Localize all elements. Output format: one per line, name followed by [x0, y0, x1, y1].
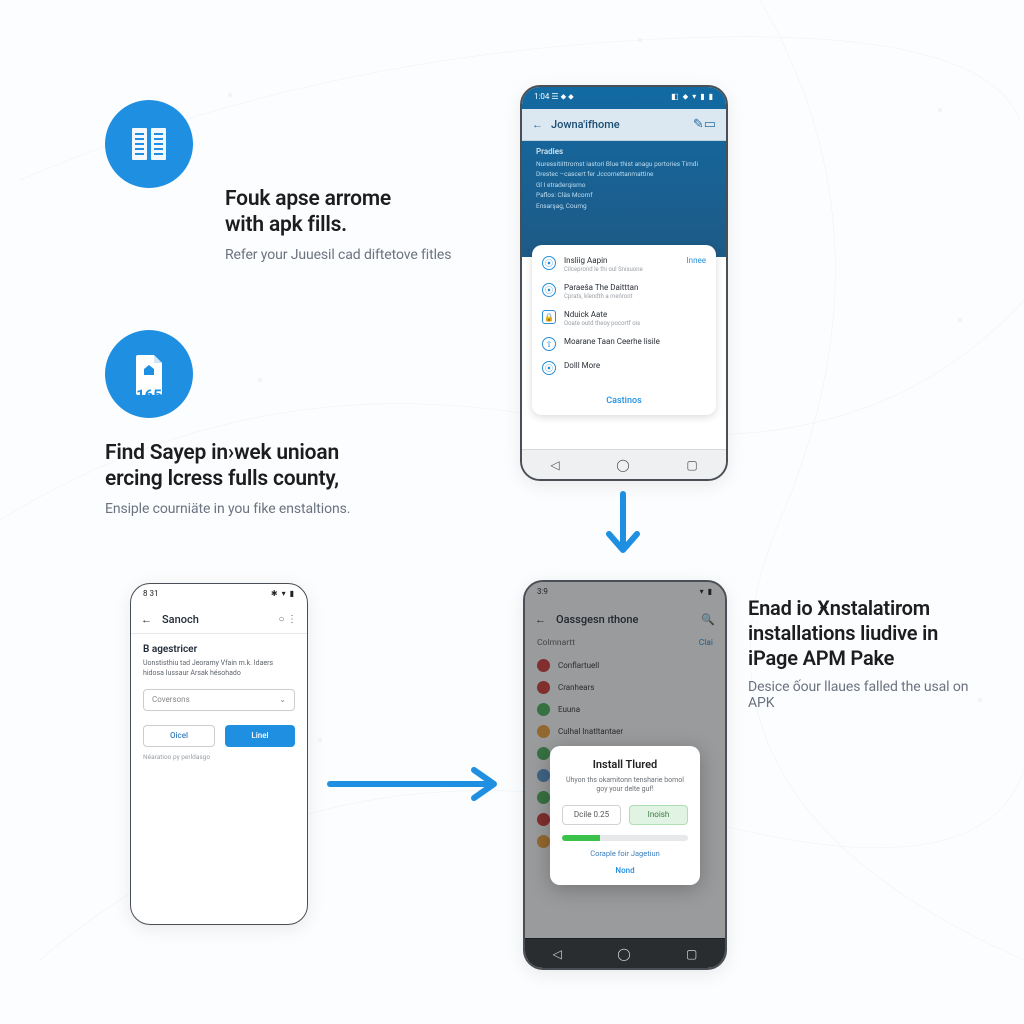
page-title: Sanoch	[162, 613, 199, 626]
dialog-body: Uhyon ths okamitonn tensharie bomol goy …	[564, 776, 686, 795]
form-card: B agestricer Uonstisthiu tad Jeoramy Vfa…	[131, 634, 307, 771]
option-row[interactable]: ⦿ Insliig AapinCilceprond le thi oul Sni…	[532, 251, 716, 278]
more-icon[interactable]: ○ ⋮	[278, 614, 297, 625]
step4-block: Enad io Ӿnstalatirom installations liudi…	[748, 590, 978, 711]
dialog-install-button[interactable]: Inoish	[629, 805, 688, 825]
file-number: 165	[136, 386, 162, 404]
option-row[interactable]: 🔒 Nduick AateOoate outd theoy pocortf oi…	[532, 305, 716, 332]
chat-icon[interactable]: ✎▭	[693, 117, 716, 132]
target-icon: ⦿	[542, 256, 556, 270]
status-bar: 8 31 ✱ ▾ ▮	[131, 584, 307, 606]
step1-title: Fouk apse arromewith apk fills.	[225, 186, 505, 239]
back-icon[interactable]: ←	[532, 118, 543, 131]
nav-recent-icon[interactable]: ▢	[686, 458, 697, 472]
step4-title: Enad io Ӿnstalatirom installations liudi…	[748, 596, 978, 671]
status-time: 8 31	[143, 589, 158, 606]
option-row[interactable]: ⇧ Moarane Taan Ceerhe lisile	[532, 332, 716, 356]
nav-home-icon[interactable]: ◯	[616, 458, 629, 472]
option-row[interactable]: ⦿ Paraeša The DaitttanCprats, klendth a …	[532, 278, 716, 305]
header-section: Pradies	[522, 141, 726, 159]
back-icon[interactable]: ←	[141, 613, 152, 626]
confirm-button[interactable]: Linel	[225, 725, 295, 747]
cancel-button[interactable]: Oicel	[143, 725, 215, 747]
arrow-right-icon	[324, 764, 504, 808]
continue-button[interactable]: Castinos	[532, 380, 716, 411]
toolbar: ← Sanoch ○ ⋮	[131, 606, 307, 634]
lock-icon: 🔒	[542, 310, 556, 324]
step2-title: Find Sayep in›wek unioanercing lcress fu…	[105, 440, 425, 493]
dialog-close[interactable]: Nond	[562, 866, 688, 875]
step4-subtitle: Desice ốour llaues falled the usal on AP…	[748, 679, 978, 711]
install-dialog: Install Tlured Uhyon ths okamitonn tensh…	[550, 746, 700, 885]
dialog-title: Install Tlured	[562, 758, 688, 771]
target-icon: ⦿	[542, 283, 556, 297]
nav-back-icon[interactable]: ◁	[550, 458, 559, 472]
nav-recent-icon[interactable]: ▢	[686, 947, 697, 961]
progress-bar	[562, 835, 688, 841]
dialog-link[interactable]: Coraple foir Jagetiun	[562, 849, 688, 858]
option-link[interactable]: Innee	[687, 256, 707, 265]
status-bar: 1:04 ☰ ⬥ ⬥ ◧ ⬥ ▾ ▮ ▮	[522, 87, 726, 109]
nav-bar: ◁ ◯ ▢	[525, 938, 725, 968]
status-time: 1:04 ☰ ⬥ ⬥	[534, 92, 574, 109]
select-input[interactable]: Coversons ⌄	[143, 689, 295, 711]
step1-subtitle: Refer your Juuesil cad diftetove fitles	[225, 247, 505, 263]
phone-mock-3: 3:9 ▾ ▮ ← Oassgesn ıthone 🔍 ColmnarttCla…	[523, 580, 727, 970]
arrow-down-icon	[603, 490, 643, 564]
step2-block: 165 Find Sayep in›wek unioanercing lcres…	[105, 330, 425, 517]
nav-home-icon[interactable]: ◯	[617, 947, 630, 961]
phone-mock-1: 1:04 ☰ ⬥ ⬥ ◧ ⬥ ▾ ▮ ▮ ← Jowna'ifhome ✎▭ P…	[520, 85, 728, 481]
section-desc: Uonstisthiu tad Jeoramy Vfain m.k. Idaer…	[143, 659, 295, 679]
step2-subtitle: Ensiple courniäte in you fike enstaltion…	[105, 501, 425, 517]
nav-bar: ◁ ◯ ▢	[522, 449, 726, 479]
upload-icon: ⇧	[542, 337, 556, 351]
select-placeholder: Coversons	[152, 695, 190, 704]
option-row[interactable]: ⦿ Dolll More	[532, 356, 716, 380]
step1-block: Fouk apse arromewith apk fills. Refer yo…	[105, 100, 425, 188]
document-columns-icon	[105, 100, 193, 188]
header-lines: Nuressitiittromst iastori Blue thist ana…	[522, 159, 726, 211]
section-label: B agestricer	[143, 644, 295, 655]
options-card: ⦿ Insliig AapinCilceprond le thi oul Sni…	[532, 245, 716, 415]
target-icon: ⦿	[542, 361, 556, 375]
page-title: Jowna'ifhome	[551, 118, 620, 131]
phone-mock-2: 8 31 ✱ ▾ ▮ ← Sanoch ○ ⋮ B agestricer Uon…	[130, 583, 308, 925]
status-icons: ✱ ▾ ▮	[271, 589, 295, 606]
status-icons: ◧ ⬥ ▾ ▮ ▮	[671, 92, 714, 109]
file-165-icon: 165	[105, 330, 193, 418]
nav-back-icon[interactable]: ◁	[553, 947, 562, 961]
toolbar: ← Jowna'ifhome ✎▭	[522, 109, 726, 141]
footnote: Néaratioo py perldasgo	[143, 753, 295, 761]
chevron-down-icon: ⌄	[279, 695, 286, 704]
dialog-cancel-button[interactable]: Dcile 0.25	[562, 805, 621, 825]
